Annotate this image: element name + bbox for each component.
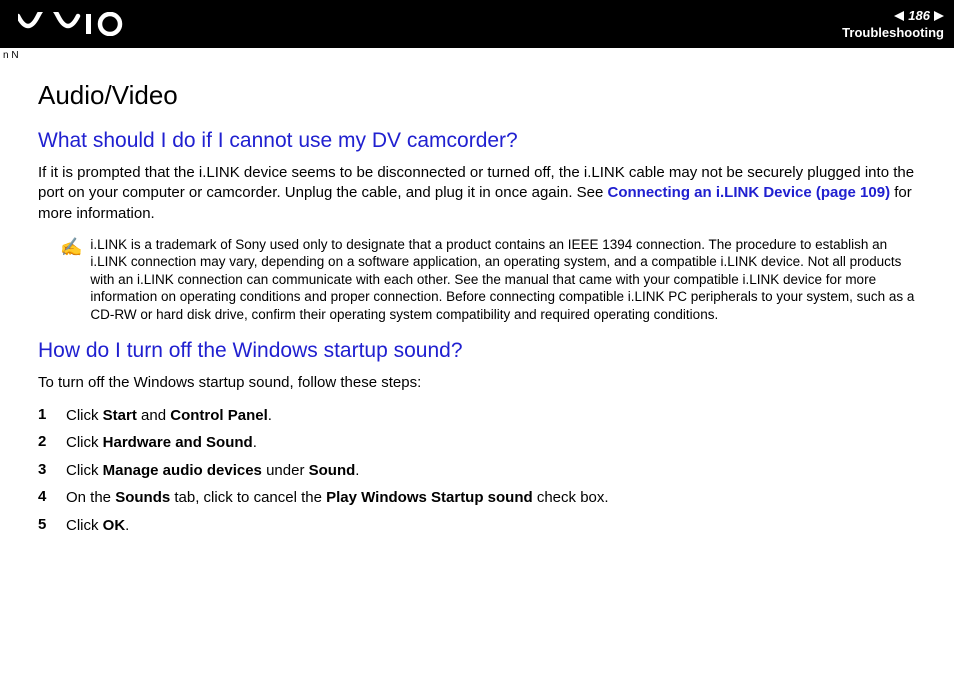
question-1-heading: What should I do if I cannot use my DV c… bbox=[38, 129, 916, 153]
step-number: 1 bbox=[38, 406, 52, 426]
step-number: 5 bbox=[38, 516, 52, 536]
step-item: 5 Click OK. bbox=[38, 516, 916, 536]
question-2-heading: How do I turn off the Windows startup so… bbox=[38, 339, 916, 363]
page-content: Audio/Video What should I do if I cannot… bbox=[0, 48, 954, 563]
vaio-logo-svg bbox=[18, 12, 128, 36]
note-text: i.LINK is a trademark of Sony used only … bbox=[90, 236, 916, 324]
header-bar: 186 Troubleshooting bbox=[0, 0, 954, 48]
step-number: 4 bbox=[38, 488, 52, 508]
section-label: Troubleshooting bbox=[842, 25, 944, 40]
step-text: Click Hardware and Sound. bbox=[66, 433, 257, 453]
page-title: Audio/Video bbox=[38, 80, 916, 111]
steps-list: 1 Click Start and Control Panel. 2 Click… bbox=[38, 406, 916, 536]
question-1-body: If it is prompted that the i.LINK device… bbox=[38, 163, 916, 224]
step-item: 1 Click Start and Control Panel. bbox=[38, 406, 916, 426]
next-page-arrow-icon[interactable] bbox=[934, 11, 944, 21]
question-2-intro: To turn off the Windows startup sound, f… bbox=[38, 373, 916, 393]
step-text: Click Start and Control Panel. bbox=[66, 406, 272, 426]
ilink-device-link[interactable]: Connecting an i.LINK Device (page 109) bbox=[608, 184, 891, 201]
step-item: 4 On the Sounds tab, click to cancel the… bbox=[38, 488, 916, 508]
step-number: 3 bbox=[38, 461, 52, 481]
page-navigation: 186 bbox=[894, 8, 944, 23]
step-text: Click OK. bbox=[66, 516, 129, 536]
note-block: ✍ i.LINK is a trademark of Sony used onl… bbox=[60, 236, 916, 324]
step-text: On the Sounds tab, click to cancel the P… bbox=[66, 488, 609, 508]
page-number: 186 bbox=[908, 8, 930, 23]
note-pencil-icon: ✍ bbox=[60, 236, 82, 324]
step-text: Click Manage audio devices under Sound. bbox=[66, 461, 359, 481]
margin-marker: n N bbox=[3, 50, 19, 61]
step-number: 2 bbox=[38, 433, 52, 453]
step-item: 2 Click Hardware and Sound. bbox=[38, 433, 916, 453]
prev-page-arrow-icon[interactable] bbox=[894, 11, 904, 21]
header-right: 186 Troubleshooting bbox=[842, 8, 944, 40]
step-item: 3 Click Manage audio devices under Sound… bbox=[38, 461, 916, 481]
vaio-logo bbox=[18, 12, 128, 36]
